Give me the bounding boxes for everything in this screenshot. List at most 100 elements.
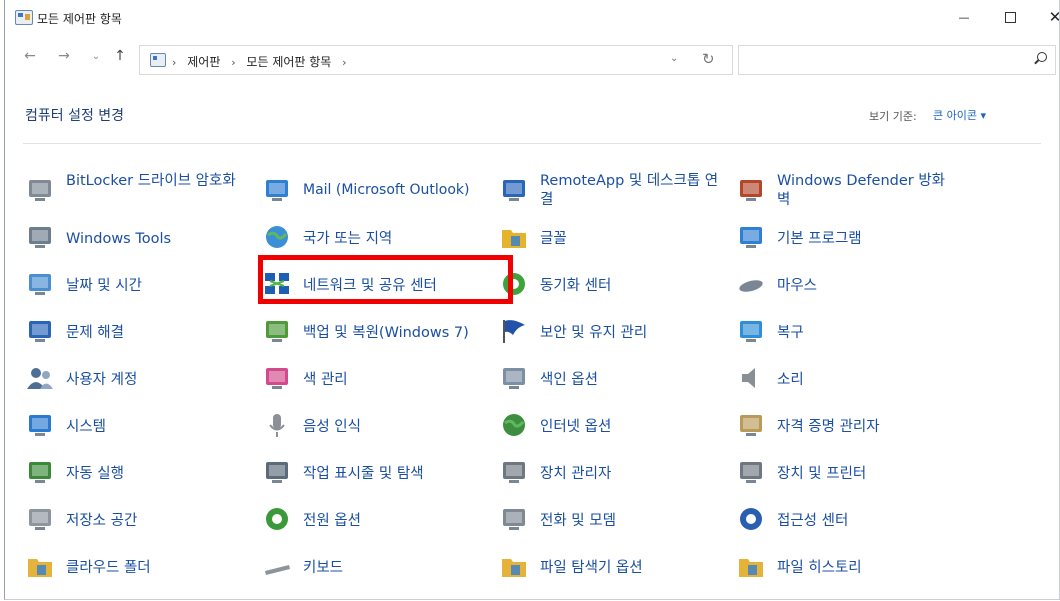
recent-locations-button[interactable]: ⌄ <box>85 51 107 62</box>
globe-clock-icon <box>262 222 292 252</box>
control-panel-item[interactable]: 동기화 센터 <box>499 271 719 301</box>
control-panel-item-label: 파일 탐색기 옵션 <box>540 560 643 576</box>
control-panel-item-label: Mail (Microsoft Outlook) <box>303 182 470 198</box>
storage-icon <box>25 504 55 534</box>
control-panel-item-label: 동기화 센터 <box>540 278 612 294</box>
control-panel-item-label: 보안 및 유지 관리 <box>540 325 648 341</box>
breadcrumb-separator[interactable]: › <box>342 56 346 69</box>
control-panel-item[interactable]: 클라우드 폴더 <box>25 553 245 583</box>
control-panel-item-label: 작업 표시줄 및 탐색 <box>303 466 424 482</box>
maximize-icon <box>1004 11 1016 23</box>
control-panel-item[interactable]: Windows Defender 방화벽 <box>736 172 956 212</box>
control-panel-item[interactable]: 파일 히스토리 <box>736 553 956 583</box>
breadcrumb-all-items[interactable]: 모든 제어판 항목 <box>246 55 331 69</box>
control-panel-item[interactable]: 기본 프로그램 <box>736 224 956 254</box>
address-bar[interactable]: › 제어판 › 모든 제어판 항목 › ⌄ ↻ <box>139 45 733 75</box>
recovery-icon <box>736 316 766 346</box>
breadcrumb: › 제어판 › 모든 제어판 항목 › <box>172 53 354 70</box>
control-panel-item-label: 인터넷 옵션 <box>540 419 612 435</box>
speaker-icon <box>736 363 766 393</box>
remoteapp-icon <box>499 175 529 205</box>
minimize-button[interactable]: — <box>942 4 986 30</box>
search-input[interactable] <box>745 50 1019 70</box>
close-button[interactable]: ✕ <box>1033 4 1059 30</box>
control-panel-item[interactable]: 복구 <box>736 318 956 348</box>
control-panel-item[interactable]: 시스템 <box>25 412 245 442</box>
cloud-folder-icon <box>25 551 55 581</box>
control-panel-item[interactable]: 마우스 <box>736 271 956 301</box>
control-panel-icon <box>150 53 166 67</box>
control-panel-item-label: 파일 히스토리 <box>777 560 862 576</box>
control-panel-item-label: 자동 실행 <box>66 466 124 482</box>
control-panel-item[interactable]: 색 관리 <box>262 365 482 395</box>
control-panel-item[interactable]: 전원 옵션 <box>262 506 482 536</box>
control-panel-item[interactable]: 날짜 및 시간 <box>25 271 245 301</box>
control-panel-item[interactable]: RemoteApp 및 데스크톱 연결 <box>499 172 719 212</box>
breadcrumb-separator[interactable]: › <box>172 56 176 69</box>
taskbar-icon <box>262 457 292 487</box>
control-panel-item[interactable]: BitLocker 드라이브 암호화 <box>25 172 245 212</box>
control-panel-item-label: 접근성 센터 <box>777 513 849 529</box>
control-panel-item[interactable]: 인터넷 옵션 <box>499 412 719 442</box>
control-panel-item[interactable]: 음성 인식 <box>262 412 482 442</box>
mouse-icon <box>736 269 766 299</box>
control-panel-item[interactable]: 키보드 <box>262 553 482 583</box>
control-panel-item[interactable]: 전화 및 모뎀 <box>499 506 719 536</box>
font-icon <box>499 222 529 252</box>
control-panel-item-label: 색 관리 <box>303 372 348 388</box>
refresh-icon[interactable]: ↻ <box>702 50 715 68</box>
control-panel-item[interactable]: 색인 옵션 <box>499 365 719 395</box>
device-manager-icon <box>499 457 529 487</box>
view-by-dropdown[interactable]: 큰 아이콘 ▾ <box>933 107 986 123</box>
control-panel-item[interactable]: 보안 및 유지 관리 <box>499 318 719 348</box>
keyboard-icon <box>262 551 292 581</box>
minimize-icon: — <box>958 10 970 24</box>
control-panel-item-label: 장치 및 프린터 <box>777 466 867 482</box>
control-panel-item[interactable]: 파일 탐색기 옵션 <box>499 553 719 583</box>
control-panel-item[interactable]: 장치 관리자 <box>499 459 719 489</box>
folder-options-icon <box>499 551 529 581</box>
control-panel-item[interactable]: 국가 또는 지역 <box>262 224 482 254</box>
control-panel-item[interactable]: 글꼴 <box>499 224 719 254</box>
flag-icon <box>499 316 529 346</box>
control-panel-item[interactable]: Windows Tools <box>25 224 245 254</box>
control-panel-item-label: 사용자 계정 <box>66 372 138 388</box>
backup-icon <box>262 316 292 346</box>
search-box[interactable] <box>738 45 1056 75</box>
control-panel-item[interactable]: 접근성 센터 <box>736 506 956 536</box>
divider <box>23 143 1041 144</box>
control-panel-item-label: 키보드 <box>303 560 344 576</box>
control-panel-item[interactable]: 문제 해결 <box>25 318 245 348</box>
autoplay-icon <box>25 457 55 487</box>
control-panel-item[interactable]: 저장소 공간 <box>25 506 245 536</box>
control-panel-item-label: 음성 인식 <box>303 419 361 435</box>
control-panel-item-label: Windows Tools <box>66 231 172 247</box>
control-panel-item[interactable]: 백업 및 복원(Windows 7) <box>262 318 482 348</box>
microphone-icon <box>262 410 292 440</box>
users-icon <box>25 363 55 393</box>
color-management-icon <box>262 363 292 393</box>
control-panel-item[interactable]: 자동 실행 <box>25 459 245 489</box>
control-panel-item-label: Windows Defender 방화벽 <box>777 173 946 208</box>
back-button[interactable]: ← <box>19 48 41 64</box>
control-panel-item[interactable]: 사용자 계정 <box>25 365 245 395</box>
highlight-box <box>258 255 513 304</box>
forward-button[interactable]: → <box>53 48 75 64</box>
up-button[interactable]: ↑ <box>109 48 131 64</box>
control-panel-item[interactable]: 작업 표시줄 및 탐색 <box>262 459 482 489</box>
breadcrumb-separator[interactable]: › <box>231 56 235 69</box>
control-panel-item-label: 국가 또는 지역 <box>303 231 393 247</box>
control-panel-item-label: 문제 해결 <box>66 325 124 341</box>
file-history-icon <box>736 551 766 581</box>
accessibility-icon <box>736 504 766 534</box>
control-panel-item[interactable]: 자격 증명 관리자 <box>736 412 956 442</box>
maximize-button[interactable] <box>988 4 1032 30</box>
control-panel-item-label: 기본 프로그램 <box>777 231 862 247</box>
address-dropdown-icon[interactable]: ⌄ <box>670 53 678 64</box>
breadcrumb-control-panel[interactable]: 제어판 <box>187 55 220 69</box>
control-panel-item[interactable]: 장치 및 프린터 <box>736 459 956 489</box>
system-icon <box>25 410 55 440</box>
control-panel-item[interactable]: Mail (Microsoft Outlook) <box>262 172 482 212</box>
control-panel-item[interactable]: 소리 <box>736 365 956 395</box>
search-icon[interactable] <box>1037 52 1047 62</box>
